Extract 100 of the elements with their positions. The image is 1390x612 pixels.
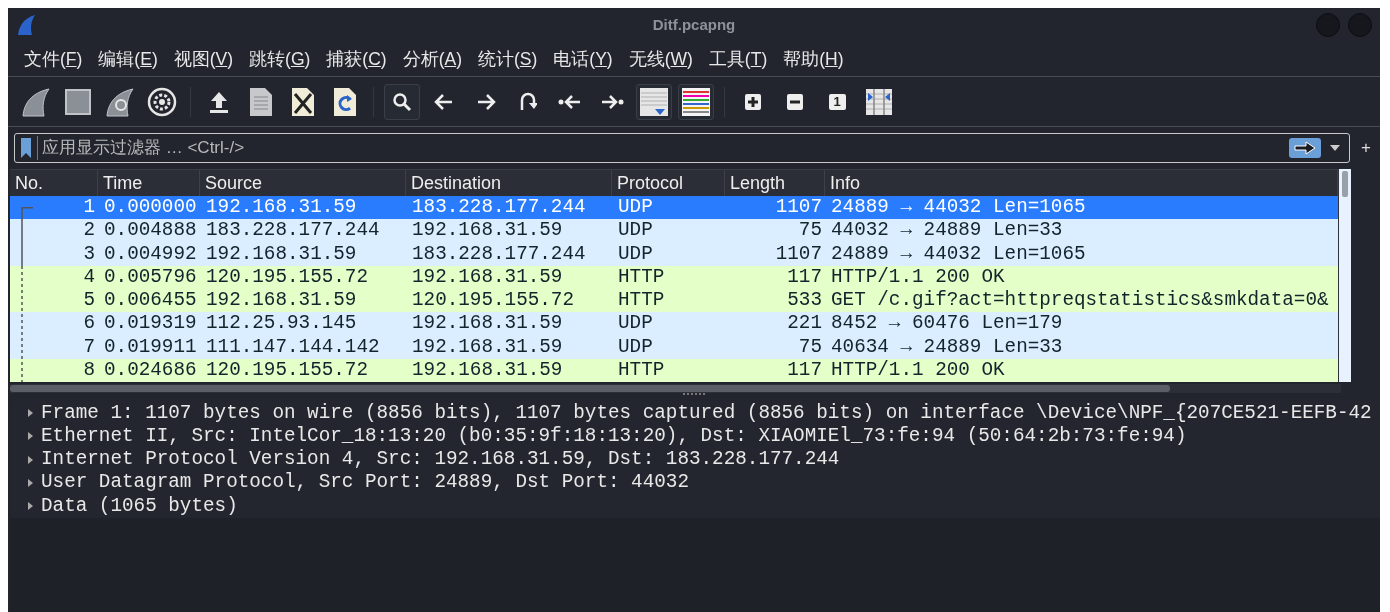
table-cell-text: 0.000000 (103, 196, 198, 220)
table-cell-text: 192.168.31.59 (205, 196, 358, 220)
last-packet-icon[interactable] (600, 92, 624, 111)
horizontal-scrollbar[interactable] (10, 384, 1341, 394)
document-icon[interactable] (249, 86, 273, 117)
colorize-button[interactable] (678, 83, 714, 120)
packet-row[interactable]: 7 0.019911 111.147.144.142 192.168.31.59 UDP 75 40634 → 24889 Len=33 (10, 335, 1338, 360)
detail-text: Data (1065 bytes) (41, 494, 238, 518)
table-cell-text: 117 (786, 265, 823, 290)
menu-item[interactable]: 文件(F) (22, 43, 97, 75)
detail-row[interactable]: Ethernet II, Src: IntelCor_18:13:20 (b0:35:9f:18:13:20), Dst: XIAOMIEl_73:fe:94 (50:64:2b:73:fe:94) (10, 424, 1380, 448)
packet-row[interactable]: 2 0.004888 183.228.177.244 192.168.31.59 UDP 75 44032 → 24889 Len=33 (10, 219, 1338, 243)
table-cell-text: 6 (82, 312, 96, 336)
table-cell-text: UDP (617, 335, 654, 360)
vertical-scrollbar[interactable] (1338, 169, 1351, 383)
bookmark-icon[interactable] (19, 137, 33, 159)
detail-text: Internet Protocol Version 4, Src: 192.168.31.59, Dst: 183.228.177.244 (41, 448, 840, 472)
zoom-out-icon[interactable] (786, 92, 804, 111)
arrow-left-icon[interactable] (434, 92, 454, 111)
table-cell-text: 120.195.155.72 (411, 289, 575, 313)
settings-icon[interactable] (147, 86, 177, 117)
table-cell-text: 192.168.31.59 (205, 289, 358, 313)
table-cell-text: 117 (786, 359, 823, 383)
splitter-handle[interactable] (683, 393, 705, 398)
table-cell-text: UDP (617, 219, 654, 243)
table-cell-text: 192.168.31.59 (411, 312, 564, 336)
table-cell-text: 8 (82, 359, 96, 383)
colored-lines-icon (681, 86, 711, 117)
search-button[interactable] (384, 83, 420, 120)
collapsed-arrow-icon[interactable] (26, 501, 34, 512)
table-cell-text: 192.168.31.59 (411, 359, 564, 383)
dropdown-caret-icon[interactable] (1329, 144, 1341, 152)
detail-text: User Datagram Protocol, Src Port: 24889, Dst Port: 44032 (41, 471, 689, 495)
table-cell-text: 183.228.177.244 (411, 242, 587, 266)
table-cell-text: 120.195.155.72 (205, 265, 369, 290)
table-cell-text: GET /c.gif?act=httpreqstatistics&smkdata=0& (830, 289, 1330, 313)
table-cell-text: 5 (82, 289, 96, 313)
menu-item[interactable]: 统计(S) (475, 43, 552, 75)
table-cell-text: UDP (617, 196, 654, 220)
menu-item[interactable]: 捕获(C) (324, 43, 401, 75)
arrow-right-icon (1293, 141, 1317, 155)
menu-item[interactable]: 编辑(E) (96, 43, 172, 75)
table-cell-text: HTTP (617, 265, 666, 290)
table-cell-text: 0.004992 (103, 242, 198, 266)
table-cell-text: 1107 (774, 196, 823, 220)
collapsed-arrow-icon[interactable] (26, 477, 34, 488)
packet-row[interactable]: 6 0.019319 112.25.93.145 192.168.31.59 UDP 221 8452 → 60476 Len=179 (10, 312, 1338, 336)
menu-item[interactable]: 帮助(H) (781, 43, 858, 75)
table-cell-text: UDP (617, 242, 654, 266)
table-cell-text: 0.005796 (103, 265, 198, 290)
table-cell-text: 0.019319 (103, 312, 198, 336)
packet-row[interactable]: 1 0.000000 192.168.31.59 183.228.177.244 UDP 1107 24889 → 44032 Len=1065 (10, 196, 1338, 220)
collapsed-arrow-icon[interactable] (26, 454, 34, 465)
detail-text: Ethernet II, Src: IntelCor_18:13:20 (b0:35:9f:18:13:20), Dst: XIAOMIEl_73:fe:94 (50:64:2b:73:fe:94) (41, 424, 1187, 448)
normal-size-button[interactable]: 1 (828, 93, 846, 110)
collapsed-arrow-icon[interactable] (26, 431, 34, 442)
detail-row[interactable]: Data (1065 bytes) (10, 494, 1380, 518)
menu-item[interactable]: 电话(Y) (551, 43, 627, 75)
menu-item[interactable]: 视图(V) (171, 43, 248, 75)
menu-item[interactable]: 无线(W) (626, 43, 707, 75)
menu-item[interactable]: 工具(T) (706, 43, 782, 75)
table-cell-text: 40634 → 24889 Len=33 (830, 335, 1064, 360)
table-cell-text: 4 (82, 265, 96, 290)
close-file-icon[interactable] (291, 86, 315, 117)
window-title: Ditf.pcapng (652, 14, 736, 35)
table-cell-text: 3 (82, 242, 96, 266)
table-cell-text: 24889 → 44032 Len=1065 (830, 196, 1087, 220)
first-packet-icon[interactable] (558, 92, 582, 111)
table-cell-text: 192.168.31.59 (411, 219, 564, 243)
detail-row[interactable]: Internet Protocol Version 4, Src: 192.168.31.59, Dst: 183.228.177.244 (10, 447, 1380, 472)
autoscroll-button[interactable] (636, 83, 672, 120)
table-cell-text: 112.25.93.145 (205, 312, 358, 336)
menu-item[interactable]: 跳转(G) (247, 43, 325, 75)
table-cell-text: HTTP (617, 289, 666, 313)
reload-file-icon[interactable] (333, 86, 357, 117)
table-cell-text: 120.195.155.72 (205, 359, 369, 383)
arrow-right-icon[interactable] (476, 92, 496, 111)
packet-row[interactable]: 3 0.004992 192.168.31.59 183.228.177.244 UDP 1107 24889 → 44032 Len=1065 (10, 242, 1338, 266)
stop-icon[interactable] (64, 87, 92, 116)
resize-columns-icon[interactable] (865, 87, 893, 116)
add-filter-button[interactable]: + (1358, 135, 1374, 161)
app-logo-icon (16, 14, 36, 36)
detail-row[interactable]: User Datagram Protocol, Src Port: 24889, Dst Port: 44032 (10, 471, 1380, 495)
packet-row[interactable]: 8 0.024686 120.195.155.72 192.168.31.59 HTTP 117 HTTP/1.1 200 OK (10, 359, 1338, 383)
table-cell-text: 1107 (774, 242, 823, 266)
table-cell-text: 192.168.31.59 (411, 265, 564, 290)
table-cell-text: 0.024686 (103, 359, 198, 383)
table-cell-text: 0.019911 (103, 335, 198, 360)
collapsed-arrow-icon[interactable] (26, 408, 34, 418)
restart-capture-icon[interactable] (105, 86, 135, 117)
start-capture-icon[interactable] (21, 86, 51, 117)
table-cell-text: 8452 → 60476 Len=179 (830, 312, 1064, 336)
zoom-in-icon[interactable] (744, 92, 762, 111)
packet-row[interactable]: 4 0.005796 120.195.155.72 192.168.31.59 HTTP 117 HTTP/1.1 200 OK (10, 265, 1338, 290)
menu-item[interactable]: 分析(A) (400, 43, 476, 75)
list-scroll-icon (639, 86, 669, 117)
apply-filter-button[interactable] (1289, 138, 1321, 158)
jump-arrow-icon[interactable] (519, 91, 537, 112)
table-cell-text: 183.228.177.244 (205, 219, 381, 243)
packet-row[interactable]: 5 0.006455 192.168.31.59 120.195.155.72 HTTP 533 GET /c.gif?act=httpreqstatistics&smkdata=0& (10, 289, 1338, 313)
